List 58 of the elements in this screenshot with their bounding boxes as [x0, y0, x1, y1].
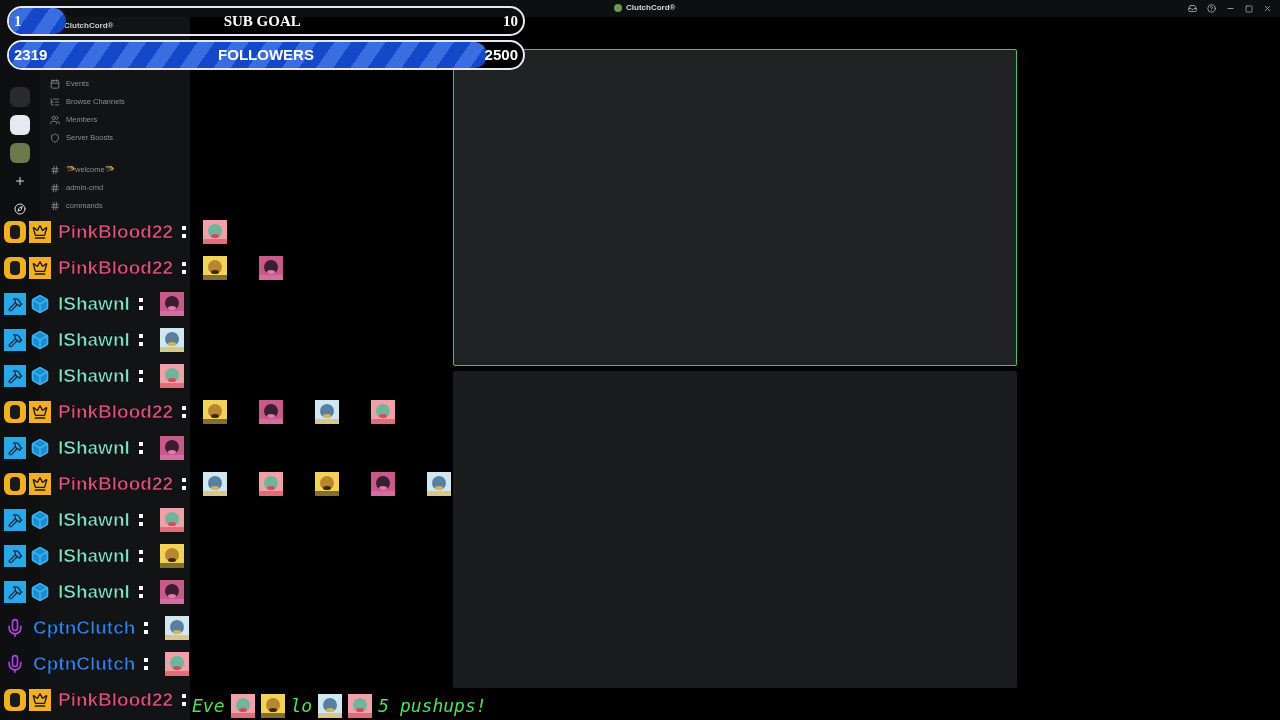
window-title: ClutchCord® [626, 2, 676, 14]
chat-message-text: lo [290, 694, 313, 718]
shield-icon [50, 133, 60, 143]
server-name[interactable]: ClutchCord® [64, 21, 114, 30]
inbox-icon[interactable] [1188, 4, 1197, 13]
chat-username: IShawnl [58, 327, 130, 352]
chat-username: CptnClutch [33, 651, 136, 676]
chat-username: PinkBlood22 [58, 399, 174, 424]
chat-username: IShawnl [58, 507, 130, 532]
chat-message-text: 5 pushups! [378, 694, 487, 718]
server-icon[interactable] [10, 115, 30, 135]
hexagon-badge-icon [4, 473, 26, 495]
goal-label: FOLLOWERS [218, 44, 314, 65]
hexagon-badge-icon [4, 689, 26, 711]
cube-icon [29, 293, 51, 315]
hash-icon [50, 165, 60, 175]
cube-icon [29, 365, 51, 387]
cube-icon [29, 545, 51, 567]
goal-start: 1 [14, 11, 22, 31]
goal-start: 2319 [14, 44, 48, 65]
chat-username: PinkBlood22 [58, 471, 174, 496]
hammer-icon [4, 545, 26, 567]
cube-icon [29, 509, 51, 531]
hash-icon [50, 183, 60, 193]
compass-icon[interactable] [14, 203, 26, 215]
chat-username: IShawnl [58, 291, 130, 316]
hash-icon [50, 201, 60, 211]
hammer-icon [4, 365, 26, 387]
cube-icon [29, 437, 51, 459]
add-icon[interactable] [14, 175, 26, 187]
chat-username: PinkBlood22 [58, 219, 174, 244]
hammer-icon [4, 329, 26, 351]
chat-message-text: Eve [192, 694, 225, 718]
hammer-icon [4, 437, 26, 459]
chat-username: IShawnl [58, 435, 130, 460]
app-logo-icon [614, 4, 622, 12]
chat-username: PinkBlood22 [58, 687, 174, 712]
close-icon[interactable] [1263, 4, 1272, 13]
members-icon [50, 115, 60, 125]
chat-username: IShawnl [58, 363, 130, 388]
goal-label: SUB GOAL [223, 11, 301, 31]
cube-icon [29, 581, 51, 603]
cube-icon [29, 329, 51, 351]
hammer-icon [4, 509, 26, 531]
hexagon-badge-icon [4, 221, 26, 243]
help-icon[interactable] [1207, 4, 1216, 13]
hammer-icon [4, 581, 26, 603]
chat-username: PinkBlood22 [58, 255, 174, 280]
chat-username: IShawnl [58, 579, 130, 604]
hexagon-badge-icon [4, 257, 26, 279]
list-icon [50, 97, 60, 107]
chat-username: IShawnl [58, 543, 130, 568]
goal-target: 10 [503, 11, 518, 31]
maximize-icon[interactable] [1245, 4, 1253, 13]
calendar-icon [50, 79, 60, 89]
chat-username: CptnClutch [33, 615, 136, 640]
hexagon-badge-icon [4, 401, 26, 423]
hammer-icon [4, 293, 26, 315]
